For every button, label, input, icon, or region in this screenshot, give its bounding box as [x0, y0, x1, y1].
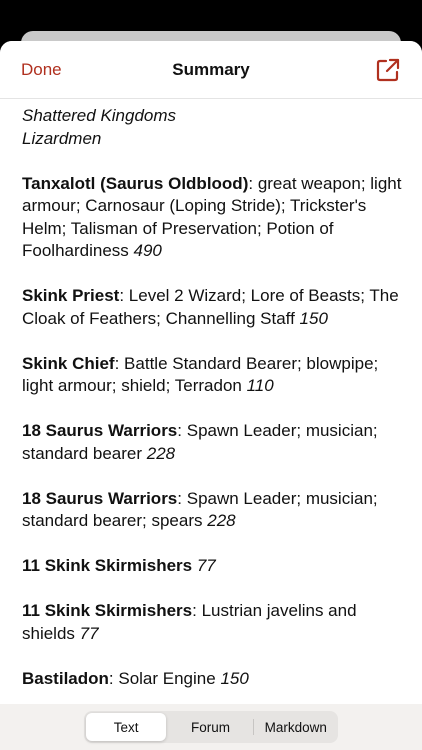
- format-segmented-control: Text Forum Markdown: [84, 711, 338, 743]
- unit-name: 18 Saurus Warriors: [22, 421, 178, 440]
- unit-points: 77: [79, 623, 99, 643]
- unit-entry: Skink Chief: Battle Standard Bearer; blo…: [22, 353, 379, 396]
- unit-points: 150: [299, 308, 328, 328]
- summary-sheet: Done Summary Shattered Kingdoms Lizardme…: [0, 41, 422, 750]
- unit-entry: Bastiladon: Solar Engine 150: [22, 668, 249, 688]
- unit-name: Skink Priest: [22, 286, 120, 305]
- army-header: Shattered Kingdoms Lizardmen: [22, 105, 412, 150]
- unit-name: 11 Skink Skirmishers: [22, 556, 193, 575]
- game-name: Shattered Kingdoms: [22, 106, 177, 125]
- unit-details: Solar Engine: [118, 668, 216, 688]
- format-toolbar: Text Forum Markdown: [0, 704, 422, 750]
- unit-points: 150: [220, 668, 249, 688]
- unit-name: 18 Saurus Warriors: [22, 488, 178, 508]
- tab-markdown[interactable]: Markdown: [256, 713, 336, 741]
- share-button[interactable]: [374, 56, 402, 84]
- unit-entry: Skink Priest: Level 2 Wizard; Lore of Be…: [22, 286, 399, 328]
- unit-name: 11 Skink Skirmishers: [22, 601, 193, 620]
- unit-entry: Tanxalotl (Saurus Oldblood): great weapo…: [22, 173, 402, 261]
- unit-points: 228: [146, 443, 176, 463]
- faction-name: Lizardmen: [22, 128, 102, 148]
- share-icon: [376, 58, 400, 82]
- segment-divider: [252, 719, 254, 735]
- unit-entry: 11 Skink Skirmishers 77: [22, 555, 412, 578]
- unit-points: 490: [133, 241, 162, 260]
- page-title: Summary: [172, 60, 250, 79]
- navigation-bar: Done Summary: [0, 41, 422, 99]
- unit-entry: 18 Saurus Warriors: Spawn Leader; musici…: [22, 488, 378, 531]
- army-list-text: Shattered Kingdoms Lizardmen Tanxalotl (…: [22, 105, 412, 713]
- unit-name: Tanxalotl (Saurus Oldblood): [22, 173, 249, 193]
- unit-entry: 11 Skink Skirmishers: Lustrian javelins …: [22, 601, 357, 643]
- unit-entry: 18 Saurus Warriors: Spawn Leader; musici…: [22, 421, 378, 463]
- unit-name: Bastiladon: [22, 668, 109, 688]
- tab-forum[interactable]: Forum: [170, 713, 250, 741]
- unit-points: 77: [196, 556, 216, 575]
- unit-points: 110: [246, 376, 274, 395]
- unit-name: Skink Chief: [22, 353, 115, 373]
- unit-points: 228: [207, 511, 236, 530]
- tab-text[interactable]: Text: [86, 713, 167, 741]
